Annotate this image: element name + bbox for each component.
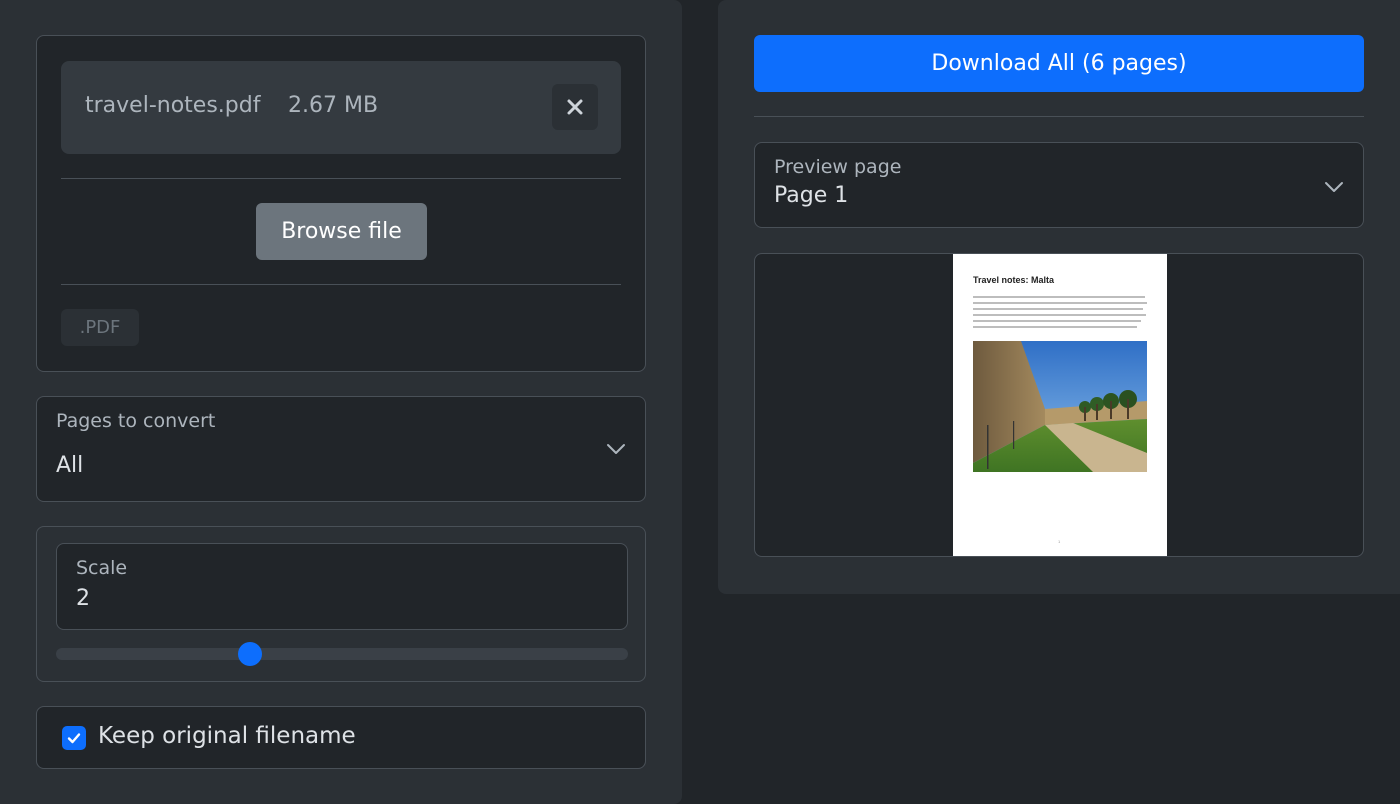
remove-file-button[interactable] [552,84,598,130]
divider [61,284,621,285]
pdf-page-number: 1 [1058,539,1061,544]
pdf-text-line [973,302,1147,304]
scale-value: 2 [76,586,90,611]
close-icon [567,99,583,115]
pages-to-convert-select[interactable]: Pages to convert All [36,396,646,502]
download-all-button[interactable]: Download All (6 pages) [754,35,1364,92]
divider [61,178,621,179]
browse-file-button[interactable]: Browse file [256,203,427,260]
keep-filename-checkbox[interactable] [62,726,86,750]
keep-filename-label[interactable]: Keep original filename [98,723,356,749]
pdf-text-line [973,296,1145,298]
settings-panel: travel-notes.pdf 2.67 MB Browse file .PD… [0,0,682,804]
pdf-text-line [973,320,1141,322]
chevron-down-icon [1325,182,1343,192]
chevron-down-icon [607,444,625,454]
accepted-type-badge: .PDF [61,309,139,346]
keep-filename-option: Keep original filename [36,706,646,769]
preview-page-value: Page 1 [774,183,849,208]
selected-file-chip: travel-notes.pdf 2.67 MB [61,61,621,154]
scale-label: Scale [76,557,128,579]
scale-card: Scale 2 [36,526,646,682]
pdf-page-thumbnail: Travel notes: Malta 1 [953,254,1167,556]
pdf-text-line [973,326,1137,328]
file-name: travel-notes.pdf [85,93,261,118]
pdf-page-title: Travel notes: Malta [973,275,1055,285]
file-upload-card: travel-notes.pdf 2.67 MB Browse file .PD… [36,35,646,372]
preview-page-select[interactable]: Preview page Page 1 [754,142,1364,228]
scale-slider[interactable] [56,642,628,666]
divider [754,116,1364,117]
checkmark-icon [67,733,81,744]
scale-input[interactable]: Scale 2 [56,543,628,630]
preview-page-label: Preview page [774,156,902,178]
file-size: 2.67 MB [288,93,379,118]
pages-to-convert-label: Pages to convert [56,410,216,432]
scale-slider-thumb[interactable] [238,642,263,666]
pdf-text-line [973,314,1146,316]
pdf-page-photo [973,341,1147,472]
page-preview: Travel notes: Malta 1 [754,253,1364,557]
pdf-text-line [973,308,1143,310]
pages-to-convert-value: All [56,453,84,478]
